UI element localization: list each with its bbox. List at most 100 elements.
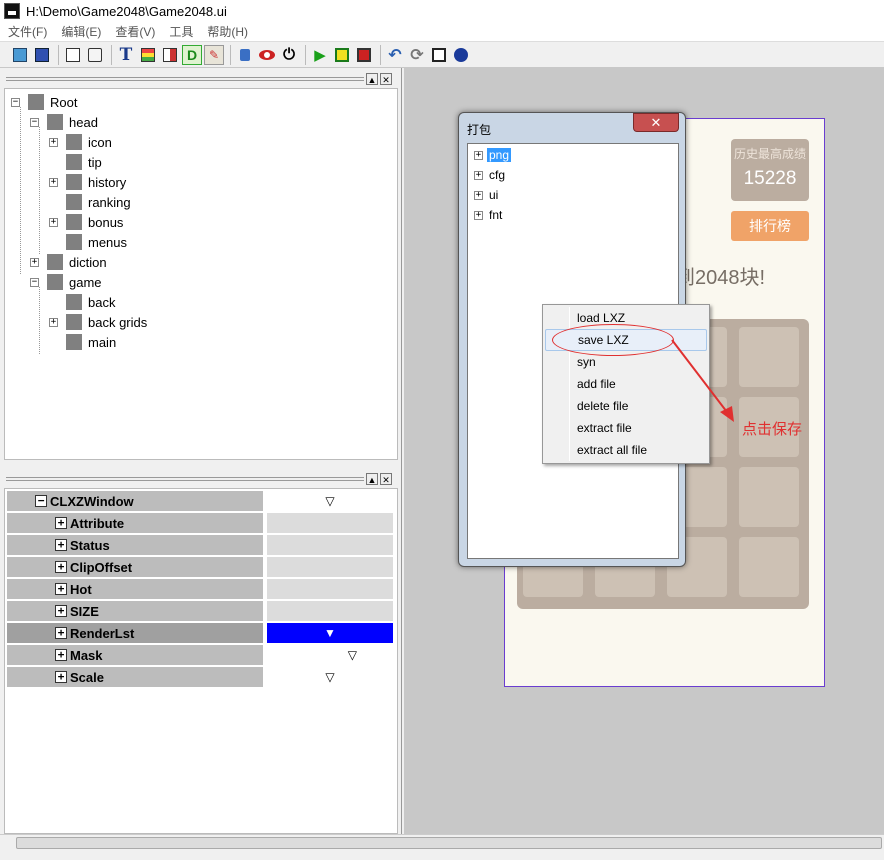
- pane-grip[interactable]: [6, 477, 364, 481]
- menu-item-extract-all-file[interactable]: extract all file: [545, 439, 707, 461]
- expand-icon[interactable]: +: [49, 137, 58, 147]
- expand-icon[interactable]: +: [55, 517, 67, 529]
- pack-node-label: png: [487, 148, 512, 162]
- eye-icon[interactable]: [257, 45, 277, 65]
- pane-close-button[interactable]: ✕: [380, 73, 392, 85]
- tree-node-bonus[interactable]: + bonus: [49, 213, 123, 231]
- tree-node-head[interactable]: − head: [30, 113, 98, 131]
- best-score-value: 15228: [743, 168, 797, 189]
- collapse-icon[interactable]: −: [35, 495, 47, 507]
- tree-node-ranking[interactable]: ranking: [49, 193, 131, 211]
- menu-help[interactable]: 帮助(H): [207, 23, 248, 40]
- expand-icon[interactable]: +: [49, 317, 58, 327]
- prop-value[interactable]: [267, 557, 393, 577]
- tree-node-tip[interactable]: tip: [49, 153, 102, 171]
- prop-row-size[interactable]: + SIZE: [7, 601, 395, 623]
- lock-icon[interactable]: [235, 45, 255, 65]
- expand-icon[interactable]: +: [55, 583, 67, 595]
- prop-row-mask[interactable]: + Mask ▽: [7, 645, 395, 667]
- tree-node-history[interactable]: + history: [49, 173, 126, 191]
- tree-node-game[interactable]: − game: [30, 273, 102, 291]
- expand-icon[interactable]: +: [474, 150, 483, 160]
- undo-icon[interactable]: ↶: [385, 45, 405, 65]
- power-icon[interactable]: ⏻: [279, 45, 299, 65]
- prop-value[interactable]: ▽: [267, 645, 393, 665]
- tree-node-root[interactable]: − Root: [11, 93, 77, 111]
- expand-icon[interactable]: +: [55, 561, 67, 573]
- leaf-spacer: [49, 338, 58, 347]
- expand-icon[interactable]: +: [474, 190, 483, 200]
- text-icon[interactable]: T: [116, 45, 136, 65]
- play-icon[interactable]: ▶: [310, 45, 330, 65]
- prop-row-status[interactable]: + Status: [7, 535, 395, 557]
- prop-row-clxzwindow[interactable]: − CLXZWindow ▽: [7, 491, 395, 513]
- pane-close-button[interactable]: ✕: [380, 473, 392, 485]
- prop-row-hot[interactable]: + Hot: [7, 579, 395, 601]
- dialog-close-button[interactable]: ✕: [633, 113, 679, 132]
- debug-icon[interactable]: D: [182, 44, 202, 65]
- prop-value[interactable]: [267, 513, 393, 533]
- tree-node-back[interactable]: back: [49, 293, 115, 311]
- ranking-button[interactable]: 排行榜: [731, 211, 809, 241]
- pane-grip[interactable]: [6, 77, 364, 81]
- expand-icon[interactable]: +: [55, 605, 67, 617]
- palette-icon[interactable]: [451, 45, 471, 65]
- expand-icon[interactable]: +: [474, 170, 483, 180]
- collapse-icon[interactable]: −: [11, 97, 20, 107]
- edit-icon[interactable]: [63, 45, 83, 65]
- menu-view[interactable]: 查看(V): [115, 23, 155, 40]
- horizontal-scrollbar[interactable]: [0, 834, 884, 850]
- prop-label: Attribute: [70, 515, 125, 531]
- prop-label: SIZE: [70, 603, 99, 619]
- menu-file[interactable]: 文件(F): [8, 23, 47, 40]
- prop-value[interactable]: [267, 601, 393, 621]
- collapse-icon[interactable]: −: [30, 117, 39, 127]
- tree-node-diction[interactable]: + diction: [30, 253, 107, 271]
- node-icon: [66, 334, 82, 350]
- tree-node-back-grids[interactable]: + back grids: [49, 313, 147, 331]
- prop-value[interactable]: [267, 535, 393, 555]
- preview-icon[interactable]: [85, 45, 105, 65]
- layout-icon[interactable]: [160, 45, 180, 65]
- tree-node-menus[interactable]: menus: [49, 233, 127, 251]
- menu-edit[interactable]: 编辑(E): [61, 23, 101, 40]
- prop-value[interactable]: ▽: [267, 667, 393, 687]
- open-icon[interactable]: [10, 45, 30, 65]
- prop-value[interactable]: [267, 579, 393, 599]
- menu-tools[interactable]: 工具: [169, 23, 193, 40]
- prop-row-attribute[interactable]: + Attribute: [7, 513, 395, 535]
- scrollbar-thumb[interactable]: [16, 837, 882, 849]
- collapse-icon[interactable]: −: [30, 277, 39, 287]
- expand-icon[interactable]: +: [30, 257, 39, 267]
- expand-icon[interactable]: +: [474, 210, 483, 220]
- brush-icon[interactable]: ✎: [204, 44, 224, 65]
- prop-row-clipoffset[interactable]: + ClipOffset: [7, 557, 395, 579]
- expand-icon[interactable]: +: [55, 649, 67, 661]
- expand-icon[interactable]: +: [55, 627, 67, 639]
- pack-node-fnt[interactable]: + fnt: [474, 206, 504, 224]
- prop-row-scale[interactable]: + Scale ▽: [7, 667, 395, 689]
- pane-maximize-button[interactable]: ▲: [366, 473, 378, 485]
- prop-value[interactable]: ▽: [267, 491, 393, 511]
- prop-value-selected[interactable]: ▼: [267, 623, 393, 643]
- tree-node-main[interactable]: main: [49, 333, 116, 351]
- yellow-square-icon[interactable]: [332, 45, 352, 65]
- save-icon[interactable]: [32, 45, 52, 65]
- pack-node-ui[interactable]: + ui: [474, 186, 500, 204]
- stop-icon[interactable]: [354, 45, 374, 65]
- expand-icon[interactable]: +: [55, 671, 67, 683]
- pane-maximize-button[interactable]: ▲: [366, 73, 378, 85]
- title-bar: H:\Demo\Game2048\Game2048.ui: [0, 0, 884, 22]
- pack-node-cfg[interactable]: + cfg: [474, 166, 507, 184]
- grid-icon[interactable]: [138, 45, 158, 65]
- toolbar-separator: [380, 44, 381, 65]
- tree-node-icon[interactable]: + icon: [49, 133, 112, 151]
- expand-icon[interactable]: +: [55, 539, 67, 551]
- crop-icon[interactable]: [429, 45, 449, 65]
- refresh-icon[interactable]: ⟳: [407, 45, 427, 65]
- tree-node-label: tip: [88, 154, 102, 170]
- pack-node-png[interactable]: + png: [474, 146, 512, 164]
- expand-icon[interactable]: +: [49, 177, 58, 187]
- expand-icon[interactable]: +: [49, 217, 58, 227]
- prop-row-renderlst[interactable]: + RenderLst ▼: [7, 623, 395, 645]
